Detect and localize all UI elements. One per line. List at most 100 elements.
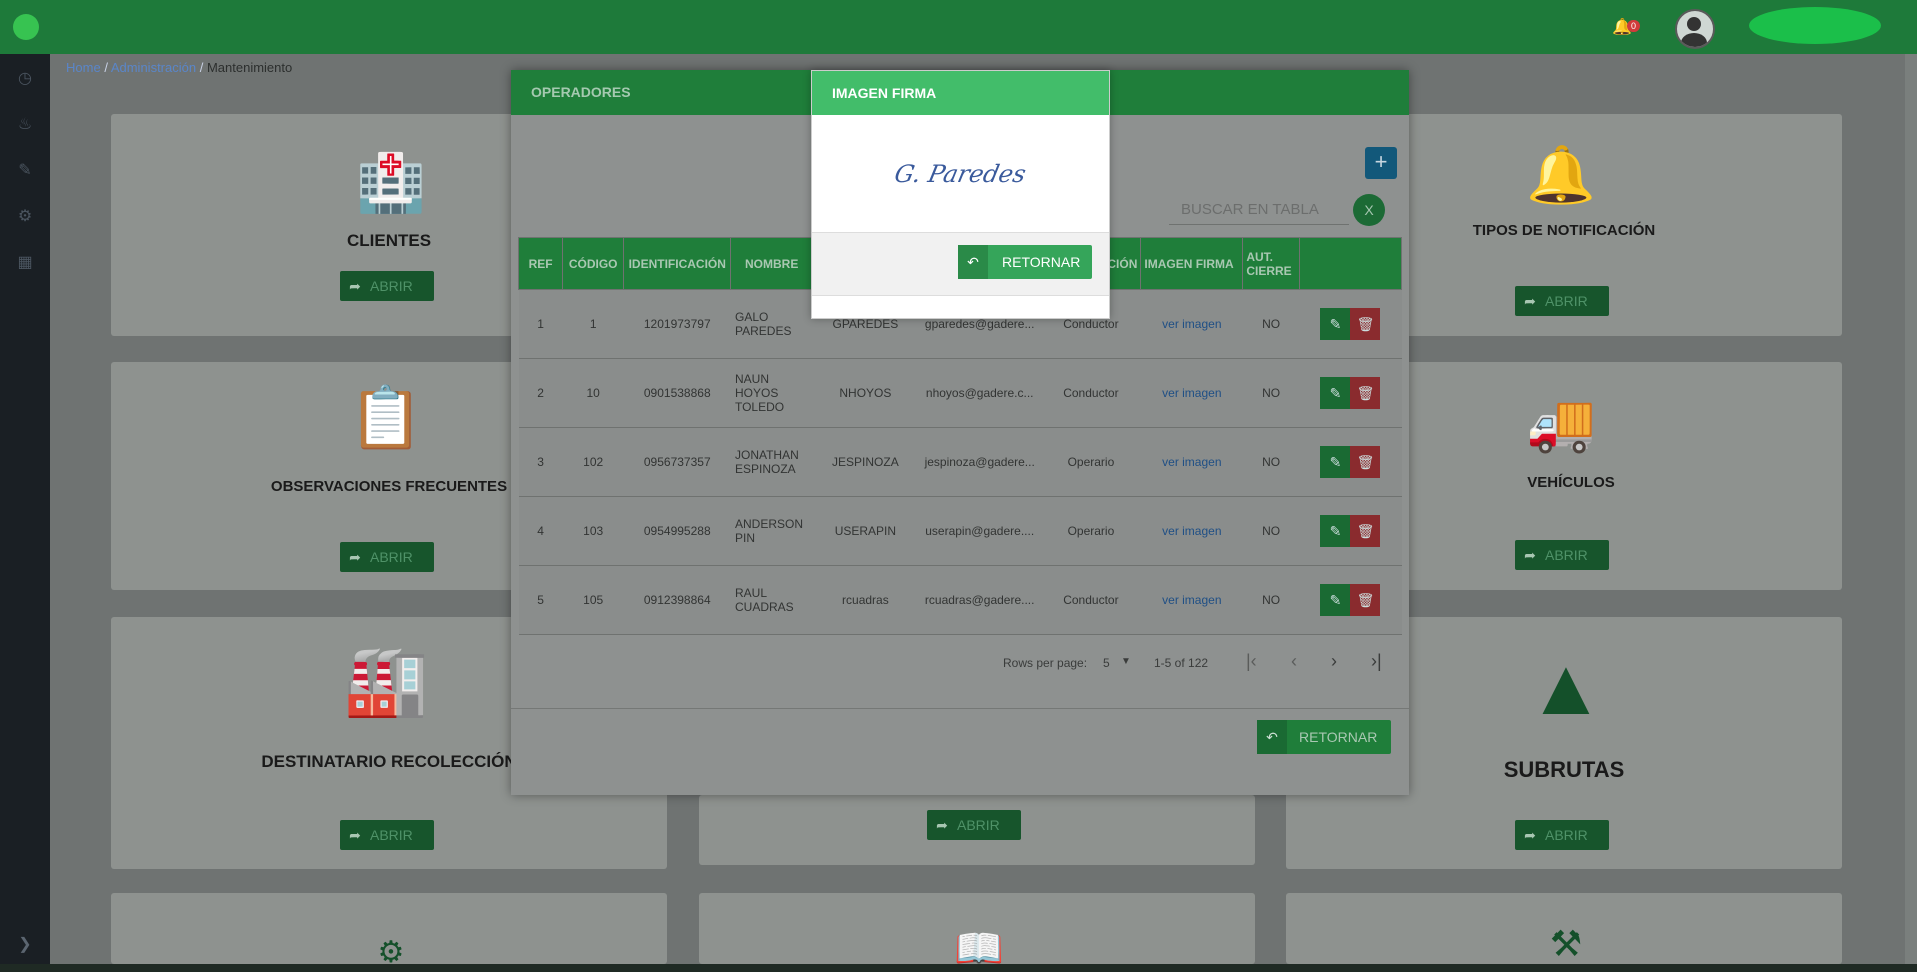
- cell-user: rcuadras: [812, 565, 919, 635]
- breadcrumb-current: Mantenimiento: [206, 60, 293, 75]
- card-bottom-middle: 📖: [699, 893, 1255, 971]
- user-menu[interactable]: [1749, 7, 1881, 44]
- view-image-link[interactable]: ver imagen: [1162, 524, 1221, 538]
- bell-icon[interactable]: ♨: [15, 114, 35, 134]
- cell-aut: NO: [1242, 358, 1300, 428]
- signature-modal-title: IMAGEN FIRMA: [812, 71, 1109, 115]
- return-button[interactable]: ↶ RETORNAR: [1257, 720, 1392, 754]
- view-image-link[interactable]: ver imagen: [1162, 455, 1221, 469]
- sidebar: ◷ ♨ ✎ ⚙ ▦ ❯: [0, 54, 50, 964]
- page-range: 1-5 of 122: [1154, 656, 1209, 670]
- cell-role: Operario: [1040, 427, 1141, 497]
- open-button[interactable]: ➦ ABRIR: [1515, 286, 1609, 316]
- delete-button[interactable]: 🗑: [1350, 308, 1381, 340]
- pagination: Rows per page: 5 ▼ 1-5 of 122 |‹ ‹ › ›|: [991, 648, 1401, 678]
- chevron-right-icon[interactable]: ❯: [15, 934, 35, 954]
- divider: [511, 708, 1409, 709]
- cell-aut: NO: [1242, 496, 1300, 566]
- add-operator-button[interactable]: +: [1365, 147, 1397, 179]
- view-image-link[interactable]: ver imagen: [1162, 593, 1221, 607]
- col-nombre[interactable]: NOMBRE: [730, 237, 813, 290]
- cell-ref: 4: [518, 496, 563, 566]
- bell-recycle-icon: 🔔: [1526, 143, 1596, 206]
- cell-user: USERAPIN: [812, 496, 919, 566]
- notification-badge: 0: [1627, 20, 1641, 32]
- col-codigo[interactable]: CÓDIGO: [562, 237, 625, 290]
- tools-icon: ⚒: [1549, 923, 1583, 964]
- edit-button[interactable]: ✎: [1320, 446, 1351, 478]
- cell-code: 103: [562, 496, 624, 566]
- chevron-down-icon[interactable]: ▼: [1121, 656, 1131, 667]
- cell-role: Conductor: [1040, 358, 1141, 428]
- cell-ref: 5: [518, 565, 563, 635]
- delete-button[interactable]: 🗑: [1350, 377, 1381, 409]
- cell-role: Conductor: [1040, 565, 1141, 635]
- building-icon: 🏥: [356, 151, 426, 214]
- open-button[interactable]: ➦ ABRIR: [1515, 820, 1609, 850]
- cell-email: rcuadras@gadere....: [918, 565, 1041, 635]
- open-button[interactable]: ➦ ABRIR: [340, 542, 434, 572]
- top-bar: 🔔 0: [0, 0, 1917, 54]
- clear-search-button[interactable]: X: [1353, 194, 1385, 226]
- col-aut-cierre[interactable]: AUT. CIERRE: [1242, 237, 1300, 290]
- col-ref[interactable]: REF: [517, 237, 564, 290]
- breadcrumb-admin[interactable]: Administración: [111, 60, 196, 75]
- pencil-icon[interactable]: ✎: [15, 160, 35, 180]
- edit-button[interactable]: ✎: [1320, 308, 1351, 340]
- delete-button[interactable]: 🗑: [1350, 584, 1381, 616]
- share-icon: ➦: [349, 826, 361, 843]
- cell-code: 102: [562, 427, 624, 497]
- view-image-link[interactable]: ver imagen: [1162, 317, 1221, 331]
- table-row: 5 105 0912398864 RAUL CUADRAS rcuadras r…: [518, 565, 1402, 635]
- edit-button[interactable]: ✎: [1320, 584, 1351, 616]
- cell-id: 0901538868: [623, 358, 731, 428]
- open-button[interactable]: ➦ ABRIR: [340, 271, 434, 301]
- cell-code: 105: [562, 565, 624, 635]
- last-page-icon[interactable]: ›|: [1371, 651, 1382, 672]
- table-row: 4 103 0954995288 ANDERSON PIN USERAPIN u…: [518, 496, 1402, 566]
- scrollbar[interactable]: [1905, 54, 1917, 964]
- factory-icon: 🏭: [343, 643, 429, 719]
- road-icon: ▲: [1526, 642, 1606, 731]
- pencil-icon: ✎: [1329, 385, 1342, 401]
- edit-button[interactable]: ✎: [1320, 515, 1351, 547]
- rows-per-page-select[interactable]: 5: [1103, 656, 1110, 670]
- open-button[interactable]: ➦ ABRIR: [1515, 540, 1609, 570]
- delete-button[interactable]: 🗑: [1350, 446, 1381, 478]
- breadcrumb: Home / Administración / Mantenimiento: [66, 60, 293, 75]
- gear-icon[interactable]: ⚙: [15, 206, 35, 226]
- open-button[interactable]: ➦ ABRIR: [927, 810, 1021, 840]
- truck-icon: 🚚: [1526, 391, 1596, 454]
- signature-return-button[interactable]: ↶ RETORNAR: [958, 245, 1093, 279]
- pencil-icon: ✎: [1329, 592, 1342, 608]
- signature-image: G. Paredes: [892, 159, 1029, 188]
- cell-ref: 3: [518, 427, 563, 497]
- book-icon: 📖: [954, 927, 1004, 971]
- view-image-link[interactable]: ver imagen: [1162, 386, 1221, 400]
- app-logo[interactable]: [13, 14, 39, 40]
- breadcrumb-home[interactable]: Home: [66, 60, 101, 75]
- col-identificacion[interactable]: IDENTIFICACIÓN: [623, 237, 732, 290]
- next-page-icon[interactable]: ›: [1331, 651, 1337, 672]
- edit-button[interactable]: ✎: [1320, 377, 1351, 409]
- card-middle: ➦ ABRIR: [699, 795, 1255, 865]
- dashboard-icon[interactable]: ◷: [15, 68, 35, 88]
- cell-name: RAUL CUADRAS: [730, 565, 813, 635]
- col-imagen-firma[interactable]: IMAGEN FIRMA: [1140, 237, 1244, 290]
- gear-icon: ⚙: [377, 936, 405, 969]
- share-icon: ➦: [1524, 826, 1536, 843]
- search-input[interactable]: BUSCAR EN TABLA: [1169, 195, 1349, 225]
- avatar[interactable]: [1675, 9, 1715, 49]
- share-icon: ➦: [1524, 546, 1536, 563]
- cell-user: JESPINOZA: [812, 427, 919, 497]
- first-page-icon[interactable]: |‹: [1246, 651, 1257, 672]
- open-button[interactable]: ➦ ABRIR: [340, 820, 434, 850]
- card-bottom-right: ⚒: [1286, 893, 1842, 964]
- share-icon: ➦: [349, 277, 361, 294]
- delete-button[interactable]: 🗑: [1350, 515, 1381, 547]
- trash-icon: 🗑: [1356, 385, 1375, 401]
- cell-name: JONATHAN ESPINOZA: [730, 427, 813, 497]
- checklist-icon: 📋: [348, 384, 424, 451]
- prev-page-icon[interactable]: ‹: [1291, 651, 1297, 672]
- calendar-icon[interactable]: ▦: [15, 252, 35, 272]
